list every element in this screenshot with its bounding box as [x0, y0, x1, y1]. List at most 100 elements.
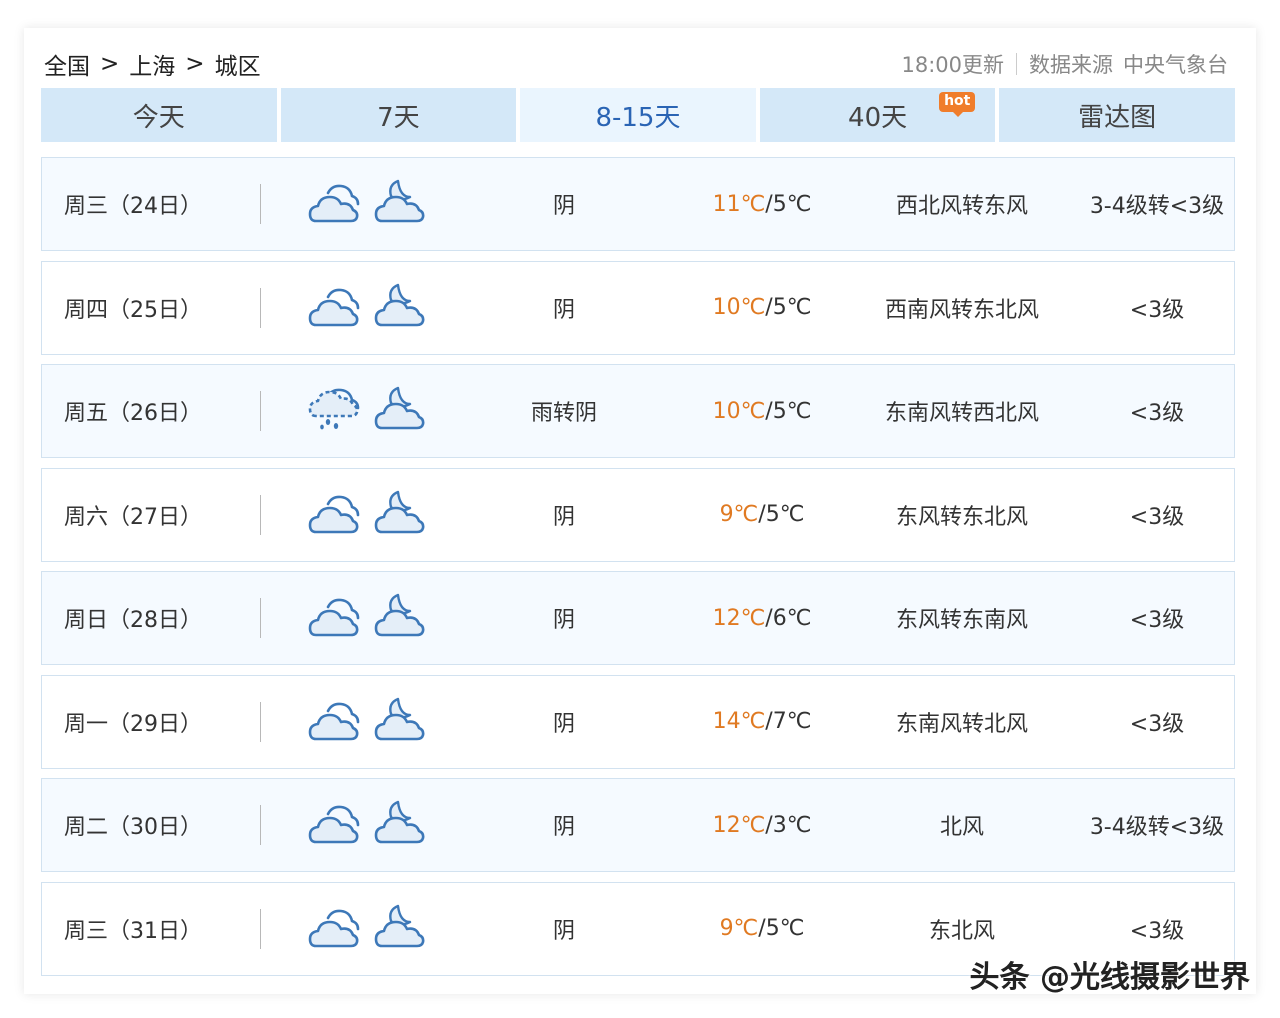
cloudy-icon [308, 179, 360, 229]
cloudy-night-icon [374, 490, 426, 540]
low-temp: 5℃ [772, 398, 812, 424]
cloudy-icon [308, 904, 360, 954]
weather-description: 阴 [552, 815, 575, 840]
high-temp: 14℃ [712, 709, 766, 734]
source-org: 中央气象台 [1123, 53, 1228, 77]
watermark: 头条 @光线摄影世界 [969, 960, 1250, 995]
divider [260, 598, 261, 638]
forecast-date: 周四（25日） [64, 297, 202, 323]
temperature: 14℃/7℃ [662, 709, 862, 734]
data-source-info: 18:00更新 数据来源 中央气象台 [901, 49, 1228, 79]
hot-badge: hot [939, 92, 976, 117]
divider [260, 701, 261, 742]
temp-separator: / [765, 812, 773, 838]
top-bar: 全国 > 上海 > 城区 18:00更新 数据来源 中央气象台 [44, 46, 1228, 82]
update-time: 18:00更新 [901, 53, 1004, 77]
wind-direction: 东南风转北风 [895, 711, 1028, 737]
low-temp: 5℃ [772, 191, 812, 217]
wind-direction: 东北风 [928, 918, 995, 944]
divider [260, 184, 261, 224]
temperature: 9℃/5℃ [662, 916, 862, 941]
rain-icon [308, 386, 360, 436]
forecast-date: 周三（24日） [64, 194, 202, 219]
tab-label: 7天 [377, 102, 420, 133]
breadcrumb-separator: > [100, 51, 120, 77]
high-temp: 11℃ [712, 191, 766, 217]
low-temp: 6℃ [772, 605, 812, 631]
forecast-row: 周日（28日） 阴 12℃/6℃ 东风转东南风 <3级 [41, 571, 1235, 665]
wind-level: <3级 [1129, 504, 1185, 530]
tab-radar[interactable]: 雷达图 [999, 88, 1235, 142]
cloudy-night-icon [374, 593, 426, 643]
divider [260, 494, 261, 535]
cloudy-night-icon [374, 179, 426, 229]
wind-direction: 东南风转西北风 [884, 401, 1039, 426]
divider [260, 391, 261, 431]
source-label: 数据来源 [1029, 53, 1113, 77]
weather-icons [308, 283, 426, 333]
cloudy-icon [308, 800, 360, 850]
temperature: 9℃/5℃ [662, 502, 862, 527]
divider [1016, 53, 1017, 75]
weather-description: 阴 [552, 297, 575, 323]
forecast-date: 周五（26日） [64, 401, 202, 426]
divider [260, 805, 261, 845]
weather-description: 阴 [552, 918, 575, 944]
cloudy-night-icon [374, 904, 426, 954]
low-temp: 5℃ [772, 295, 812, 320]
tab-label: 雷达图 [1078, 102, 1157, 133]
temp-separator: / [758, 502, 766, 527]
weather-description: 阴 [552, 504, 575, 530]
weather-icons [308, 593, 426, 643]
weather-icons [308, 179, 426, 229]
cloudy-icon [308, 593, 360, 643]
wind-level: <3级 [1129, 401, 1185, 426]
temp-separator: / [765, 191, 773, 217]
tab-40-days[interactable]: 40天 hot [759, 88, 996, 142]
temp-separator: / [765, 605, 773, 631]
forecast-date: 周六（27日） [64, 504, 202, 530]
high-temp: 12℃ [712, 605, 766, 631]
tab-today[interactable]: 今天 [41, 88, 277, 142]
breadcrumb-country[interactable]: 全国 [44, 47, 90, 81]
high-temp: 9℃ [719, 502, 759, 527]
temperature: 11℃/5℃ [662, 192, 862, 217]
wind-level: <3级 [1129, 608, 1185, 633]
breadcrumb-city[interactable]: 上海 [129, 47, 175, 81]
weather-description: 雨转阴 [530, 401, 597, 426]
weather-description: 阴 [552, 711, 575, 737]
wind-direction: 西北风转东风 [895, 194, 1028, 219]
breadcrumb-separator: > [185, 51, 205, 77]
tab-8-15-days[interactable]: 8-15天 [520, 88, 756, 142]
low-temp: 5℃ [765, 916, 805, 941]
forecast-tabs: 今天 7天 8-15天 40天 hot 雷达图 [41, 88, 1235, 142]
forecast-row: 周六（27日） 阴 9℃/5℃ 东风转东北风 <3级 [41, 467, 1235, 562]
cloudy-night-icon [374, 283, 426, 333]
wind-level: <3级 [1129, 297, 1185, 323]
cloudy-icon [308, 697, 360, 747]
wind-direction: 西南风转东北风 [884, 297, 1039, 323]
cloudy-night-icon [374, 386, 426, 436]
forecast-row: 周二（30日） 阴 12℃/3℃ 北风 3-4级转<3级 [41, 778, 1235, 872]
high-temp: 9℃ [719, 916, 759, 941]
weather-icons [308, 904, 426, 954]
tab-label: 今天 [132, 102, 185, 133]
high-temp: 10℃ [712, 398, 766, 424]
divider [260, 287, 261, 328]
cloudy-icon [308, 283, 360, 333]
forecast-date: 周三（31日） [64, 918, 202, 944]
forecast-row: 周三（24日） 阴 11℃/5℃ 西北风转东风 3-4级转<3级 [41, 157, 1235, 251]
weather-description: 阴 [552, 608, 575, 633]
weather-icons [308, 800, 426, 850]
forecast-list: 周三（24日） 阴 11℃/5℃ 西北风转东风 3-4级转<3级 周四（25日）… [41, 157, 1235, 985]
breadcrumb-district: 城区 [214, 54, 261, 80]
cloudy-night-icon [374, 800, 426, 850]
wind-direction: 北风 [939, 815, 984, 840]
tab-label: 40天 [848, 102, 908, 133]
forecast-date: 周日（28日） [64, 608, 202, 633]
temp-separator: / [758, 916, 766, 941]
temp-separator: / [765, 295, 773, 320]
tab-label: 8-15天 [595, 102, 681, 133]
temp-separator: / [765, 709, 773, 734]
tab-7-days[interactable]: 7天 [280, 88, 517, 142]
